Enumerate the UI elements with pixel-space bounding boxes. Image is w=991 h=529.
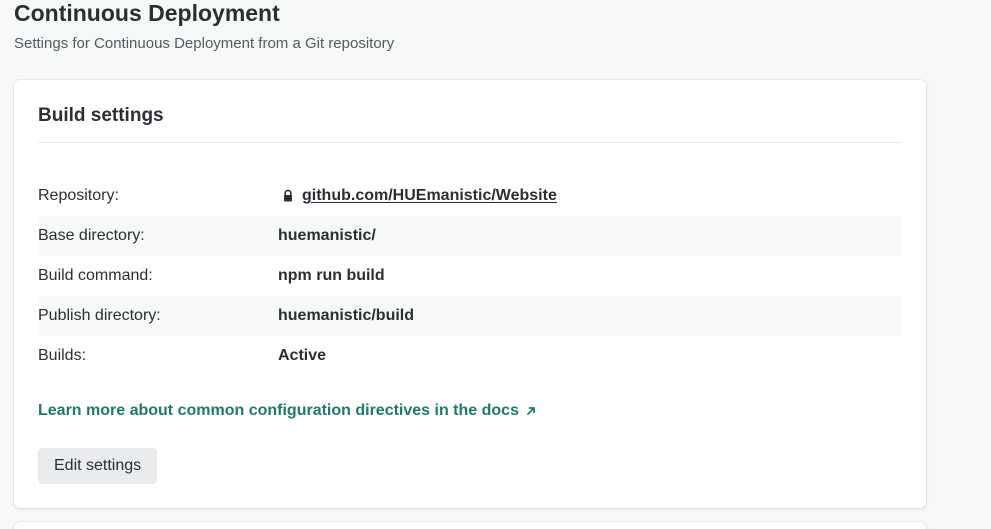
setting-row-repository: Repository: github.com/HUEmanistic/Websi…: [38, 176, 902, 216]
next-card: [14, 522, 926, 529]
setting-value: github.com/HUEmanistic/Website: [278, 186, 557, 206]
docs-link[interactable]: Learn more about common configuration di…: [38, 402, 538, 420]
setting-value: Active: [278, 347, 327, 364]
build-settings-card: Build settings Repository: github.com/HU…: [14, 80, 926, 508]
card-title: Build settings: [38, 105, 164, 126]
edit-settings-button[interactable]: Edit settings: [38, 448, 158, 484]
repository-link[interactable]: github.com/HUEmanistic/Website: [302, 186, 557, 206]
lock-icon: [280, 188, 296, 204]
external-arrow-icon: [524, 404, 538, 418]
setting-label: Base directory:: [38, 227, 145, 244]
setting-row-builds: Builds: Active: [38, 336, 902, 376]
setting-label: Publish directory:: [38, 307, 161, 324]
page-subtitle: Settings for Continuous Deployment from …: [14, 35, 395, 52]
settings-list: Repository: github.com/HUEmanistic/Websi…: [38, 176, 902, 376]
docs-link-label: Learn more about common configuration di…: [38, 402, 519, 419]
card-divider: [38, 142, 902, 143]
setting-row-build-command: Build command: npm run build: [38, 256, 902, 296]
page: Continuous Deployment Settings for Conti…: [0, 0, 991, 529]
setting-value: huemanistic/: [278, 227, 376, 244]
setting-row-base-directory: Base directory: huemanistic/: [38, 216, 902, 256]
setting-value: npm run build: [278, 267, 385, 284]
setting-label: Build command:: [38, 267, 153, 284]
setting-label: Repository:: [38, 187, 119, 204]
setting-row-publish-directory: Publish directory: huemanistic/build: [38, 296, 902, 336]
setting-value: huemanistic/build: [278, 307, 415, 324]
page-title: Continuous Deployment: [14, 0, 280, 26]
setting-label: Builds:: [38, 347, 87, 364]
